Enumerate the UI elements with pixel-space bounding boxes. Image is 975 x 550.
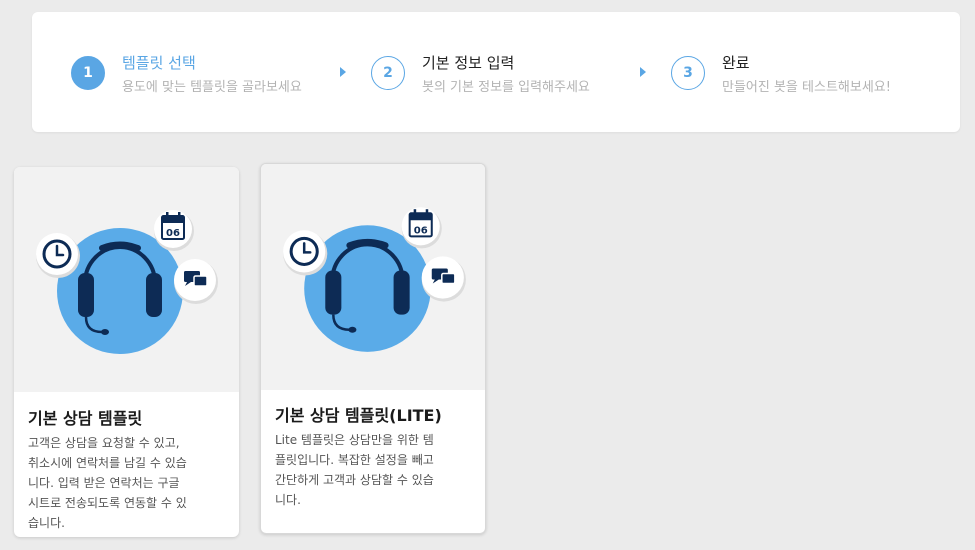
template-illustration: 06 [261, 164, 485, 390]
template-card-basic[interactable]: 06 기본 상담 템플릿 고객은 상담을 요청할 수 있고, 취소시에 연락처를… [14, 167, 239, 537]
step-subtitle: 만들어진 봇을 테스트해보세요! [722, 80, 891, 95]
calendar-day: 06 [414, 225, 428, 236]
calendar-day: 06 [166, 228, 180, 239]
chat-icon [421, 256, 466, 302]
card-title: 기본 상담 템플릿(LITE) [275, 406, 442, 425]
template-illustration: 06 [14, 167, 239, 392]
step-title: 완료 [722, 54, 750, 72]
card-title: 기본 상담 템플릿 [28, 409, 143, 428]
clock-icon [283, 230, 328, 276]
chat-icon [174, 259, 218, 304]
stepper-panel: 1 템플릿 선택 용도에 맞는 템플릿을 골라보세요 2 기본 정보 입력 봇의… [32, 12, 960, 132]
clock-icon [36, 233, 80, 278]
step-arrow-icon [340, 67, 346, 77]
step-subtitle: 용도에 맞는 템플릿을 골라보세요 [122, 80, 302, 95]
calendar-icon: 06 [401, 207, 442, 249]
step-number: 1 [71, 56, 105, 90]
step-title: 기본 정보 입력 [422, 54, 515, 72]
card-description: Lite 템플릿은 상담만을 위한 템 플릿입니다. 복잡한 설정을 빼고 간단… [275, 433, 434, 507]
step-title: 템플릿 선택 [122, 54, 196, 72]
step-arrow-icon [640, 67, 646, 77]
template-card-lite[interactable]: 06 기본 상담 템플릿(LITE) Lite 템플릿은 상담만을 위한 템 플… [260, 163, 486, 534]
step-number: 2 [371, 56, 405, 90]
card-description: 고객은 상담을 요청할 수 있고, 취소시에 연락처를 남길 수 있습 니다. … [28, 436, 187, 530]
step-number: 3 [671, 56, 705, 90]
step-subtitle: 봇의 기본 정보를 입력해주세요 [422, 80, 590, 95]
calendar-icon: 06 [154, 210, 194, 251]
